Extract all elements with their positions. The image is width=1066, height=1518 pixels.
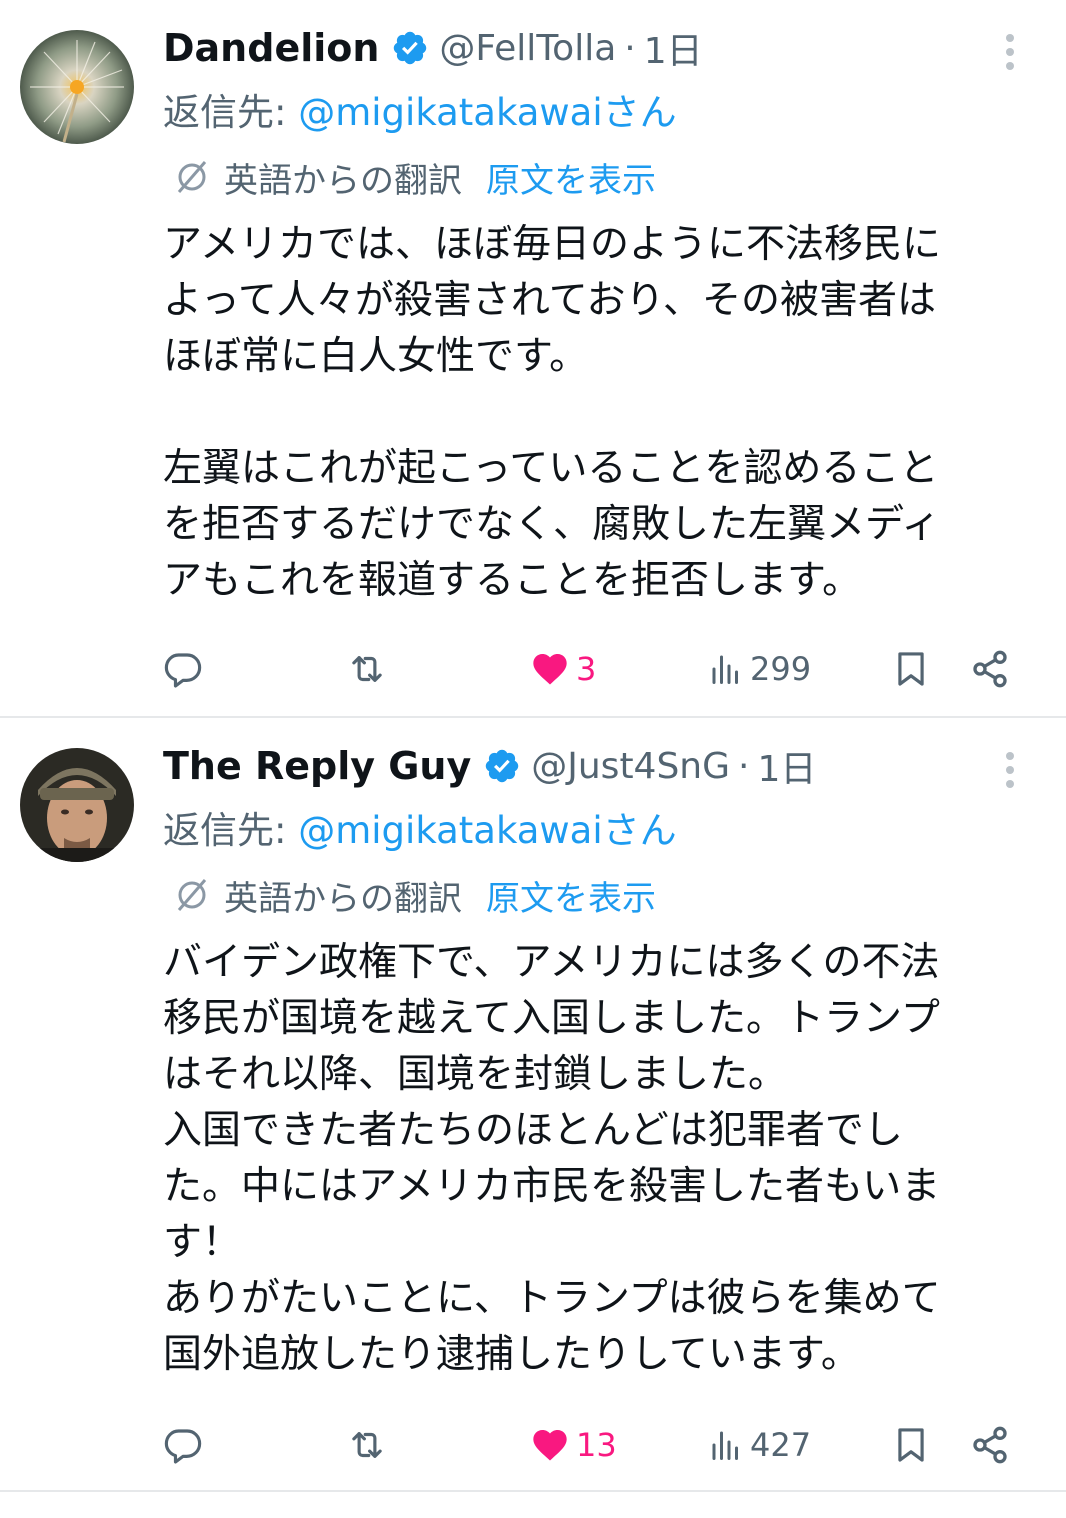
author-name[interactable]: The Reply Guy <box>163 744 471 788</box>
like-count: 13 <box>576 1426 617 1464</box>
tweet-text: バイデン政権下で、アメリカには多くの不法 移民が国境を越えて入国しました。トラン… <box>163 940 941 1377</box>
show-original-link[interactable]: 原文を表示 <box>486 153 656 202</box>
share-button[interactable] <box>970 644 1010 694</box>
views-chart-icon <box>712 655 738 684</box>
tweet-header: The Reply Guy @Just4SnG · 1日 <box>163 736 816 796</box>
separator-dot: · <box>624 27 636 69</box>
bookmark-icon <box>898 1428 924 1462</box>
views-button[interactable]: 427 <box>708 1420 811 1470</box>
avatar[interactable] <box>20 30 134 144</box>
reply-to-label: 返信先: <box>163 91 299 134</box>
separator-dot: · <box>738 745 750 787</box>
author-name[interactable]: Dandelion <box>163 26 379 70</box>
translation-bar: 英語からの翻訳 原文を表示 <box>172 870 656 920</box>
views-chart-icon <box>712 1431 738 1460</box>
tweet[interactable]: Dandelion @FellTolla · 1日 返信先: @migikata… <box>0 0 1066 718</box>
author-handle[interactable]: @FellTolla <box>439 28 616 69</box>
like-count: 3 <box>576 650 597 688</box>
view-count: 299 <box>750 650 812 688</box>
action-bar: 13 427 <box>0 1420 1066 1470</box>
heart-filled-icon <box>533 654 567 685</box>
timestamp[interactable]: 1日 <box>644 22 703 74</box>
reply-button[interactable] <box>162 1420 204 1470</box>
share-icon <box>973 1426 1007 1464</box>
tweet-divider <box>0 1490 1066 1492</box>
translation-label: 英語からの翻訳 <box>224 878 462 919</box>
repost-button[interactable] <box>344 644 390 694</box>
tweet-text: アメリカでは、ほぼ毎日のように不法移民に よって人々が殺害されており、その被害者… <box>163 222 942 603</box>
share-button[interactable] <box>970 1420 1010 1470</box>
translate-icon <box>172 157 212 197</box>
man-with-cap-avatar-icon <box>20 748 134 862</box>
like-button[interactable]: 13 <box>530 1420 617 1470</box>
more-options-icon[interactable] <box>996 32 1024 72</box>
author-handle[interactable]: @Just4SnG <box>531 746 730 787</box>
share-icon <box>973 650 1007 688</box>
bookmark-button[interactable] <box>892 1420 930 1470</box>
repost-icon <box>352 656 382 682</box>
reply-icon <box>164 1429 202 1464</box>
view-count: 427 <box>750 1426 812 1464</box>
heart-filled-icon <box>533 1430 567 1461</box>
reply-to-line: 返信先: @migikatakawaiさん <box>163 800 677 854</box>
reply-button[interactable] <box>162 644 204 694</box>
reply-to-line: 返信先: @migikatakawaiさん <box>163 82 677 136</box>
verified-badge-icon <box>483 747 521 785</box>
timestamp[interactable]: 1日 <box>757 740 816 792</box>
verified-badge-icon <box>391 29 429 67</box>
show-original-link[interactable]: 原文を表示 <box>486 871 656 920</box>
views-button[interactable]: 299 <box>708 644 811 694</box>
reply-to-label: 返信先: <box>163 809 299 852</box>
more-options-icon[interactable] <box>996 750 1024 790</box>
translation-label: 英語からの翻訳 <box>224 160 462 201</box>
reply-to-mention[interactable]: @migikatakawaiさん <box>298 809 676 852</box>
translate-icon <box>172 875 212 915</box>
bookmark-button[interactable] <box>892 644 930 694</box>
reply-to-mention[interactable]: @migikatakawaiさん <box>298 91 676 134</box>
repost-icon <box>352 1432 382 1458</box>
like-button[interactable]: 3 <box>530 644 596 694</box>
tweet-header: Dandelion @FellTolla · 1日 <box>163 18 703 78</box>
action-bar: 3 299 <box>0 644 1066 694</box>
translation-bar: 英語からの翻訳 原文を表示 <box>172 152 656 202</box>
bookmark-icon <box>898 652 924 686</box>
dandelion-avatar-icon <box>20 30 134 144</box>
repost-button[interactable] <box>344 1420 390 1470</box>
avatar[interactable] <box>20 748 134 862</box>
tweet[interactable]: The Reply Guy @Just4SnG · 1日 返信先: @migik… <box>0 718 1066 1494</box>
reply-icon <box>164 653 202 688</box>
